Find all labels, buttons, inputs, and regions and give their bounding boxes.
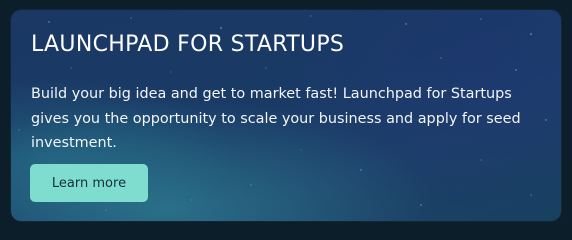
card-description: Build your big idea and get to market fa… <box>31 86 521 151</box>
card-title: LAUNCHPAD FOR STARTUPS <box>31 32 345 57</box>
startup-promo-card: LAUNCHPAD FOR STARTUPS Build your big id… <box>11 10 561 221</box>
learn-more-button[interactable]: Learn more <box>30 164 148 202</box>
